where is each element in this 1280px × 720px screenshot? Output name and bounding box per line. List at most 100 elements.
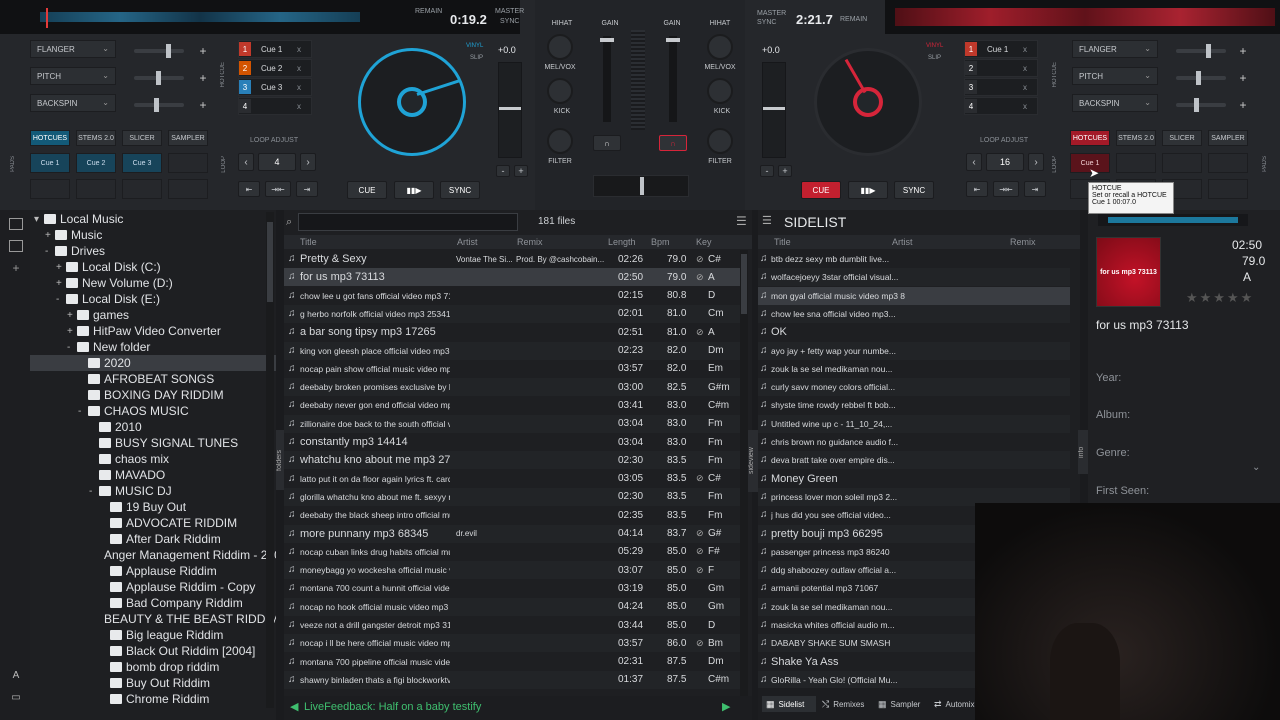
headphone-right-icon[interactable]: ∩ [659, 135, 687, 151]
tree-item-label[interactable]: Applause Riddim - Copy [126, 580, 255, 594]
right-effect-select-2[interactable]: PITCH ⌄ [1072, 67, 1158, 85]
mixer-volume-right[interactable] [666, 36, 680, 122]
tree-item-label[interactable]: Drives [71, 244, 105, 258]
song-row[interactable]: ♫ zillionaire doe back to the south offic… [284, 414, 740, 433]
left-loop-in-button[interactable]: ⇤ [238, 181, 260, 197]
song-row[interactable]: ♫ glorilla whatchu kno about me ft. sexyy… [284, 487, 740, 506]
right-effect-3-slider[interactable] [1176, 98, 1226, 112]
right-loop-next-button[interactable]: › [1028, 153, 1044, 171]
tree-item[interactable]: Chrome Riddim [30, 691, 276, 707]
sidelist-row[interactable]: ♫ Money Green [758, 470, 1070, 488]
tree-item-label[interactable]: Local Disk (E:) [82, 292, 160, 306]
sidelist-tab-sidelist[interactable]: ▦ Sidelist [762, 696, 816, 712]
song-row[interactable]: ♫ deebaby broken promises exclusive by ha… [284, 378, 740, 397]
left-effect-1-slider[interactable] [134, 44, 184, 58]
sidelist-col-remix[interactable]: Remix [1010, 237, 1036, 247]
right-add-effect-button-3[interactable]: + [1236, 98, 1250, 112]
song-row[interactable]: ♫ nocap i ll be here official music video… [284, 634, 740, 653]
left-tab-sampler[interactable]: SAMPLER [168, 130, 208, 146]
tree-item[interactable]: + Local Disk (C:) [30, 259, 276, 275]
tree-item-label[interactable]: AFROBEAT SONGS [104, 372, 214, 386]
tree-item-label[interactable]: New folder [93, 340, 150, 354]
tree-item[interactable]: Applause Riddim - Copy [30, 579, 276, 595]
sidelist-row[interactable]: ♫ Untitled wine up c - 11_10_24,... [758, 414, 1070, 433]
headphone-left-icon[interactable]: ∩ [593, 135, 621, 151]
tree-item[interactable]: Anger Management Riddim - 2004 [30, 547, 276, 563]
sidelist-row[interactable]: ♫ shyste time rowdy rebbel ft bob... [758, 396, 1070, 414]
add-folder-icon[interactable]: + [9, 262, 23, 274]
left-pad[interactable]: Cue 1 [30, 153, 70, 173]
search-input[interactable] [298, 213, 518, 231]
tree-item[interactable]: 19 Buy Out [30, 499, 276, 515]
right-pitch-minus-button[interactable]: - [760, 165, 774, 177]
tree-expand-icon[interactable]: - [78, 406, 88, 417]
play-suggestion-icon[interactable]: ▶ [722, 700, 730, 713]
view-toggle-icon[interactable]: ▭ [9, 692, 23, 706]
sidelist-row[interactable]: ♫ chow lee sna official video mp3... [758, 304, 1070, 323]
mixer-kick-knob-right[interactable] [707, 78, 733, 104]
right-hotcue-delete-icon[interactable]: x [1023, 64, 1027, 73]
left-hotcue-delete-icon[interactable]: x [297, 102, 301, 111]
right-effect-select-3[interactable]: BACKSPIN ⌄ [1072, 94, 1158, 112]
tree-expand-icon[interactable]: + [67, 326, 77, 337]
left-hotcue-delete-icon[interactable]: x [297, 64, 301, 73]
right-effect-2-slider[interactable] [1176, 71, 1226, 85]
left-loop-next-button[interactable]: › [300, 153, 316, 171]
local-music-icon[interactable] [9, 218, 23, 230]
song-row[interactable]: ♫ whatchu kno about me mp3 27934 02:30 83.5… [284, 451, 740, 470]
tree-item[interactable]: + Music [30, 227, 276, 243]
left-add-effect-button-2[interactable]: + [196, 71, 210, 85]
tree-item-label[interactable]: New Volume (D:) [82, 276, 173, 290]
left-waveform[interactable] [0, 0, 520, 34]
left-tab-stems-2-0[interactable]: STEMS 2.0 [76, 130, 116, 146]
right-slip-label[interactable]: SLIP [928, 55, 941, 61]
song-row[interactable]: ♫ montana 700 count a hunnit official vid… [284, 579, 740, 597]
right-loop-toggle-button[interactable]: ⇥⇤ [993, 181, 1019, 197]
right-hotcue-row[interactable]: 1 Cue 1x [964, 40, 1038, 58]
tree-item-label[interactable]: Anger Management Riddim - 2004 [104, 548, 276, 562]
right-hotcue-row[interactable]: 3x [964, 78, 1038, 96]
drive-icon[interactable] [9, 240, 23, 252]
tree-item-label[interactable]: MAVADO [115, 468, 165, 482]
tree-item-label[interactable]: 2020 [104, 356, 131, 370]
song-list-scrollbar[interactable] [740, 250, 748, 696]
song-row[interactable]: ♫ deebaby the black sheep intro official … [284, 506, 740, 524]
right-vinyl-label[interactable]: VINYL [926, 43, 943, 49]
tree-item-label[interactable]: Music [71, 228, 102, 242]
tree-expand-icon[interactable]: - [45, 246, 55, 257]
song-row[interactable]: ♫ latto put it on da floor again lyrics f… [284, 470, 740, 488]
col-key[interactable]: Key [696, 237, 712, 247]
song-row[interactable]: ♫ king von gleesh place official video mp… [284, 341, 740, 360]
left-hotcue-delete-icon[interactable]: x [297, 83, 301, 92]
right-hotcue-row[interactable]: 4x [964, 97, 1038, 115]
right-tab-sampler[interactable]: SAMPLER [1208, 130, 1248, 146]
crossfader[interactable] [593, 175, 689, 197]
sidelist-row[interactable]: ♫ mon gyal official music video mp3 8 [758, 286, 1070, 305]
song-row[interactable]: ♫ Pretty & Sexy Vontae The Si... Prod. By @… [284, 250, 740, 268]
left-loop-out-button[interactable]: ⇥ [296, 181, 318, 197]
tree-item-label[interactable]: BEAUTY & THE BEAST RIDDIM [104, 612, 276, 626]
tree-expand-icon[interactable]: + [56, 262, 66, 273]
right-jog-wheel[interactable] [814, 48, 922, 156]
mixer-filter-knob-right[interactable] [707, 128, 733, 154]
tree-item-label[interactable]: Applause Riddim [126, 564, 217, 578]
tree-item[interactable]: ADVOCATE RIDDIM [30, 515, 276, 531]
sidelist-col-artist[interactable]: Artist [892, 237, 913, 247]
right-hotcue-delete-icon[interactable]: x [1023, 83, 1027, 92]
right-loop-size[interactable]: 16 [986, 153, 1024, 171]
left-add-effect-button-3[interactable]: + [196, 98, 210, 112]
sidelist-row[interactable]: ♫ OK [758, 323, 1070, 341]
tree-expand-icon[interactable]: - [89, 486, 99, 497]
sideview-tab[interactable]: sideview [748, 430, 758, 492]
song-row[interactable]: ♫ more punnany mp3 68345 dr.evil 04:14 83.7 ⊘… [284, 524, 740, 543]
tree-item[interactable]: - CHAOS MUSIC [30, 403, 276, 419]
mixer-filter-knob-left[interactable] [547, 128, 573, 154]
right-play-pause-button[interactable]: ▮▮▶ [848, 181, 888, 199]
mini-waveform[interactable] [1098, 214, 1248, 226]
tree-item[interactable]: Big league Riddim [30, 627, 276, 643]
mixer-mel-knob-left[interactable] [547, 34, 573, 60]
automix-a-icon[interactable]: A [9, 670, 23, 684]
sidelist-col-title[interactable]: Title [774, 237, 791, 247]
right-hotcue-delete-icon[interactable]: x [1023, 102, 1027, 111]
mixer-kick-knob-left[interactable] [547, 78, 573, 104]
